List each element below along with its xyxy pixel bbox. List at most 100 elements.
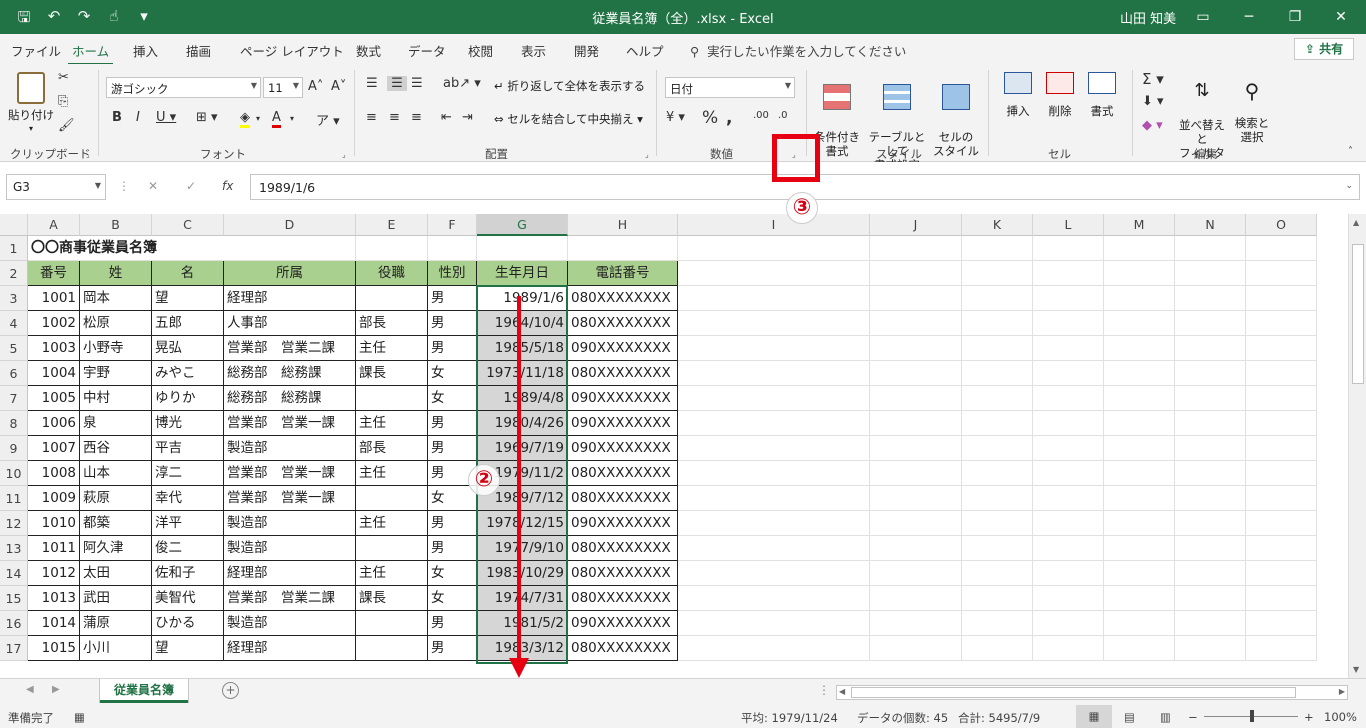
column-header-l[interactable]: L	[1033, 214, 1104, 236]
table-cell[interactable]: 男	[428, 436, 477, 461]
table-cell[interactable]: 1015	[28, 636, 80, 661]
table-cell[interactable]: 1011	[28, 536, 80, 561]
table-cell[interactable]: 松原	[80, 311, 152, 336]
table-cell[interactable]: 経理部	[224, 286, 356, 311]
grid-cell[interactable]	[1246, 461, 1317, 486]
shrink-font-icon[interactable]: A˅	[331, 79, 346, 94]
table-cell[interactable]: 1004	[28, 361, 80, 386]
grid-cell[interactable]	[1033, 411, 1104, 436]
align-bottom-icon[interactable]: ☰	[411, 76, 423, 91]
copy-icon[interactable]: ⎘	[58, 94, 68, 109]
worksheet-grid[interactable]: A B C D E F G H I J K L M N O 1 2 3 4 5 6 7 8 9 10 11 12 13 14 15 16 17…	[0, 214, 1348, 678]
align-right-icon[interactable]: ≡	[411, 110, 422, 125]
grow-font-icon[interactable]: A˄	[308, 79, 323, 94]
grid-cell[interactable]	[962, 311, 1033, 336]
increase-indent-icon[interactable]: ⇥	[462, 110, 473, 125]
tab-file[interactable]: ファイル	[11, 41, 61, 60]
grid-cell[interactable]	[1175, 611, 1246, 636]
number-format-combo[interactable]: 日付 ▼	[665, 77, 795, 98]
grid-cell[interactable]	[870, 411, 962, 436]
column-header-n[interactable]: N	[1175, 214, 1246, 236]
minimize-button[interactable]: ─	[1226, 0, 1272, 34]
table-cell[interactable]: 主任	[356, 511, 428, 536]
grid-cell[interactable]	[870, 436, 962, 461]
table-cell[interactable]: 080XXXXXXXX	[568, 636, 678, 661]
select-all-corner[interactable]	[0, 214, 28, 236]
name-box[interactable]: G3 ▼	[6, 174, 106, 200]
bold-icon[interactable]: B	[112, 110, 122, 125]
table-cell[interactable]: 武田	[80, 586, 152, 611]
table-header-cell[interactable]: 性別	[428, 261, 477, 286]
table-cell[interactable]: 山本	[80, 461, 152, 486]
close-button[interactable]: ✕	[1318, 0, 1364, 34]
grid-cell[interactable]	[1104, 261, 1175, 286]
row-header-4[interactable]: 4	[0, 311, 28, 336]
grid-cell[interactable]	[1033, 386, 1104, 411]
row-header-10[interactable]: 10	[0, 461, 28, 486]
grid-cell[interactable]	[1033, 361, 1104, 386]
maximize-button[interactable]: ❐	[1272, 0, 1318, 34]
grid-cell[interactable]	[962, 236, 1033, 261]
grid-cell[interactable]	[870, 586, 962, 611]
row-header-5[interactable]: 5	[0, 336, 28, 361]
table-cell[interactable]: 泉	[80, 411, 152, 436]
grid-cell[interactable]	[1175, 311, 1246, 336]
scroll-right-icon[interactable]: ▶	[1339, 687, 1345, 696]
vertical-scroll-thumb[interactable]	[1352, 244, 1364, 384]
row-header-17[interactable]: 17	[0, 636, 28, 661]
table-cell[interactable]: 1008	[28, 461, 80, 486]
birthdate-cell[interactable]: 1985/5/18	[477, 336, 568, 361]
sheet-title-cell[interactable]: 〇〇商事従業員名簿	[28, 236, 224, 261]
grid-cell[interactable]	[1246, 586, 1317, 611]
row-header-2[interactable]: 2	[0, 261, 28, 286]
table-cell[interactable]: 製造部	[224, 611, 356, 636]
table-cell[interactable]: 五郎	[152, 311, 224, 336]
grid-cell[interactable]	[962, 636, 1033, 661]
table-cell[interactable]: 男	[428, 636, 477, 661]
row-header-8[interactable]: 8	[0, 411, 28, 436]
grid-cell[interactable]	[1033, 286, 1104, 311]
table-cell[interactable]: 男	[428, 286, 477, 311]
table-cell[interactable]: 平吉	[152, 436, 224, 461]
table-cell[interactable]: 望	[152, 636, 224, 661]
align-middle-icon[interactable]: ☰	[387, 76, 407, 91]
grid-cell[interactable]	[1246, 486, 1317, 511]
column-header-m[interactable]: M	[1104, 214, 1175, 236]
grid-cell[interactable]	[870, 311, 962, 336]
grid-cell[interactable]	[678, 436, 870, 461]
grid-cell[interactable]	[1246, 236, 1317, 261]
grid-cell[interactable]	[870, 536, 962, 561]
phonetic-icon[interactable]: ア ▾	[316, 110, 340, 129]
birthdate-cell[interactable]: 1989/4/8	[477, 386, 568, 411]
table-cell[interactable]: 男	[428, 311, 477, 336]
birthdate-cell[interactable]: 1983/3/12	[477, 636, 568, 661]
table-header-cell[interactable]: 役職	[356, 261, 428, 286]
table-cell[interactable]: 部長	[356, 311, 428, 336]
grid-cell[interactable]	[678, 411, 870, 436]
grid-cell[interactable]	[1104, 236, 1175, 261]
grid-cell[interactable]	[678, 311, 870, 336]
row-header-14[interactable]: 14	[0, 561, 28, 586]
row-header-3[interactable]: 3	[0, 286, 28, 311]
scroll-up-icon[interactable]: ▲	[1353, 218, 1359, 227]
grid-cell[interactable]	[1246, 411, 1317, 436]
grid-cell[interactable]	[1104, 286, 1175, 311]
grid-cell[interactable]	[1104, 511, 1175, 536]
grid-cell[interactable]	[1033, 461, 1104, 486]
table-header-cell[interactable]: 番号	[28, 261, 80, 286]
grid-cell[interactable]	[1246, 261, 1317, 286]
grid-cell[interactable]	[1104, 586, 1175, 611]
zoom-slider-thumb[interactable]	[1250, 710, 1254, 722]
grid-cell[interactable]	[1104, 336, 1175, 361]
grid-cell[interactable]	[1175, 561, 1246, 586]
grid-cell[interactable]	[678, 636, 870, 661]
table-header-cell[interactable]: 名	[152, 261, 224, 286]
grid-cell[interactable]	[1175, 386, 1246, 411]
autosum-icon[interactable]: Σ ▾	[1142, 70, 1164, 88]
grid-cell[interactable]	[678, 336, 870, 361]
grid-cell[interactable]	[678, 561, 870, 586]
grid-cell[interactable]	[1104, 636, 1175, 661]
table-cell[interactable]: 女	[428, 561, 477, 586]
table-cell[interactable]: 080XXXXXXXX	[568, 561, 678, 586]
table-cell[interactable]: 課長	[356, 361, 428, 386]
